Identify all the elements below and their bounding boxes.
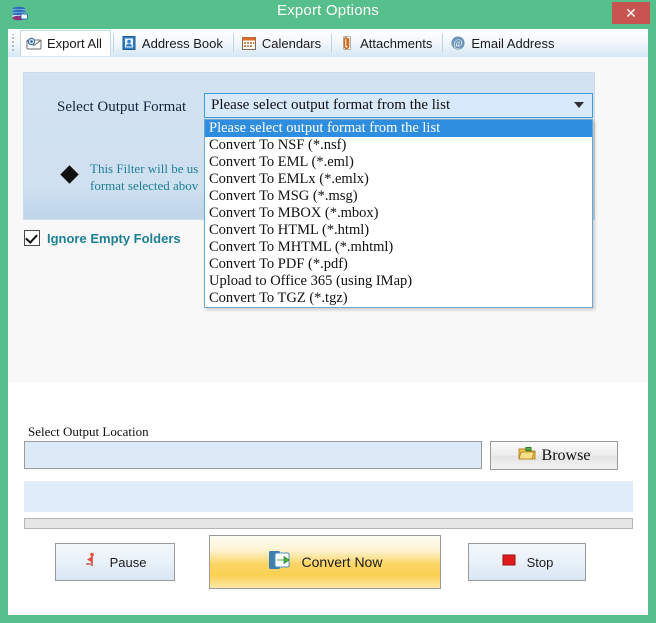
tab-bar: Export All Address Book Calendars Attach… xyxy=(8,29,648,58)
calendar-icon xyxy=(241,35,257,51)
tab-separator xyxy=(232,34,234,52)
tab-attachments[interactable]: Attachments xyxy=(334,30,440,56)
at-sign-icon: @ xyxy=(450,35,466,51)
contact-card-icon xyxy=(121,35,137,51)
status-band xyxy=(24,481,633,512)
export-arrow-icon xyxy=(268,549,292,576)
pause-flag-icon xyxy=(84,552,100,573)
ignore-empty-folders-row[interactable]: Ignore Empty Folders xyxy=(24,230,181,246)
envelope-icon xyxy=(26,36,42,52)
progress-bar xyxy=(24,518,633,529)
dropdown-option[interactable]: Convert To MSG (*.msg) xyxy=(205,188,592,205)
tab-label: Email Address xyxy=(471,35,555,51)
dropdown-option[interactable]: Convert To NSF (*.nsf) xyxy=(205,137,592,154)
stop-button[interactable]: Stop xyxy=(468,543,586,581)
dropdown-option[interactable]: Please select output format from the lis… xyxy=(205,120,592,137)
output-format-dropdown-list[interactable]: Please select output format from the lis… xyxy=(204,119,593,308)
dropdown-option[interactable]: Convert To TGZ (*.tgz) xyxy=(205,290,592,307)
window-title: Export Options xyxy=(276,2,379,19)
browse-button-label: Browse xyxy=(541,446,591,464)
stop-button-label: Stop xyxy=(526,554,554,570)
tab-separator xyxy=(331,34,333,52)
export-options-window: Export Options ✕ Export All Address Book… xyxy=(0,0,656,623)
tab-separator xyxy=(442,34,444,52)
paperclip-icon xyxy=(339,35,355,51)
tab-email-address[interactable]: @ Email Address xyxy=(445,30,562,56)
title-bar: Export Options ✕ xyxy=(0,0,656,27)
pause-button-label: Pause xyxy=(109,554,147,570)
tab-address-book[interactable]: Address Book xyxy=(116,30,231,56)
tab-label: Calendars xyxy=(261,35,322,51)
dropdown-option[interactable]: Convert To PDF (*.pdf) xyxy=(205,256,592,273)
dropdown-option[interactable]: Convert To MHTML (*.mhtml) xyxy=(205,239,592,256)
toolbar-grip-icon xyxy=(10,34,18,52)
tab-label: Attachments xyxy=(360,35,433,51)
browse-button[interactable]: Browse xyxy=(490,441,618,470)
convert-now-button-label: Convert Now xyxy=(301,554,383,570)
window-bottom-edge xyxy=(0,615,656,623)
stop-square-icon xyxy=(501,552,517,573)
tab-separator xyxy=(112,34,114,52)
ignore-empty-folders-checkbox[interactable] xyxy=(24,230,40,246)
folder-open-icon xyxy=(517,445,536,466)
convert-now-button[interactable]: Convert Now xyxy=(209,535,441,589)
dropdown-option[interactable]: Convert To HTML (*.html) xyxy=(205,222,592,239)
dropdown-option[interactable]: Upload to Office 365 (using IMap) xyxy=(205,273,592,290)
tab-label: Address Book xyxy=(141,35,223,51)
pause-button[interactable]: Pause xyxy=(55,543,175,581)
svg-text:@: @ xyxy=(454,39,463,50)
dropdown-option[interactable]: Convert To EML (*.eml) xyxy=(205,154,592,171)
dropdown-option[interactable]: Convert To MBOX (*.mbox) xyxy=(205,205,592,222)
filter-note-text: This Filter will be us format selected a… xyxy=(90,161,199,193)
tab-label: Export All xyxy=(47,36,102,51)
output-format-label: Select Output Format xyxy=(57,99,187,115)
output-format-combobox[interactable]: Please select output format from the lis… xyxy=(204,93,593,118)
tab-export-all[interactable]: Export All xyxy=(20,30,111,56)
ignore-empty-folders-label: Ignore Empty Folders xyxy=(47,230,181,246)
output-format-value: Please select output format from the lis… xyxy=(211,97,451,113)
close-button[interactable]: ✕ xyxy=(612,2,650,24)
tab-calendars[interactable]: Calendars xyxy=(236,30,329,56)
output-location-label: Select Output Location xyxy=(28,424,149,439)
output-location-input[interactable] xyxy=(24,441,482,469)
chevron-down-icon[interactable] xyxy=(574,102,584,108)
dropdown-option[interactable]: Convert To EMLx (*.emlx) xyxy=(205,171,592,188)
